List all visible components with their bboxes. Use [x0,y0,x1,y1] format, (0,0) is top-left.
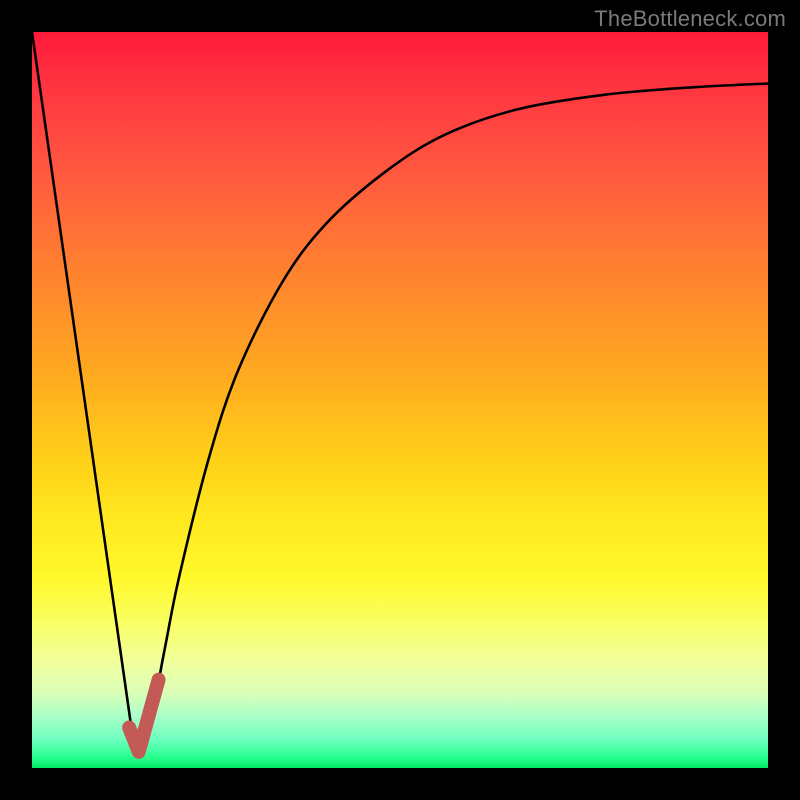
highlight-marker [129,680,158,752]
bottleneck-curve [32,32,768,753]
chart-svg [32,32,768,768]
watermark-text: TheBottleneck.com [594,6,786,32]
plot-area [32,32,768,768]
chart-frame: TheBottleneck.com [0,0,800,800]
